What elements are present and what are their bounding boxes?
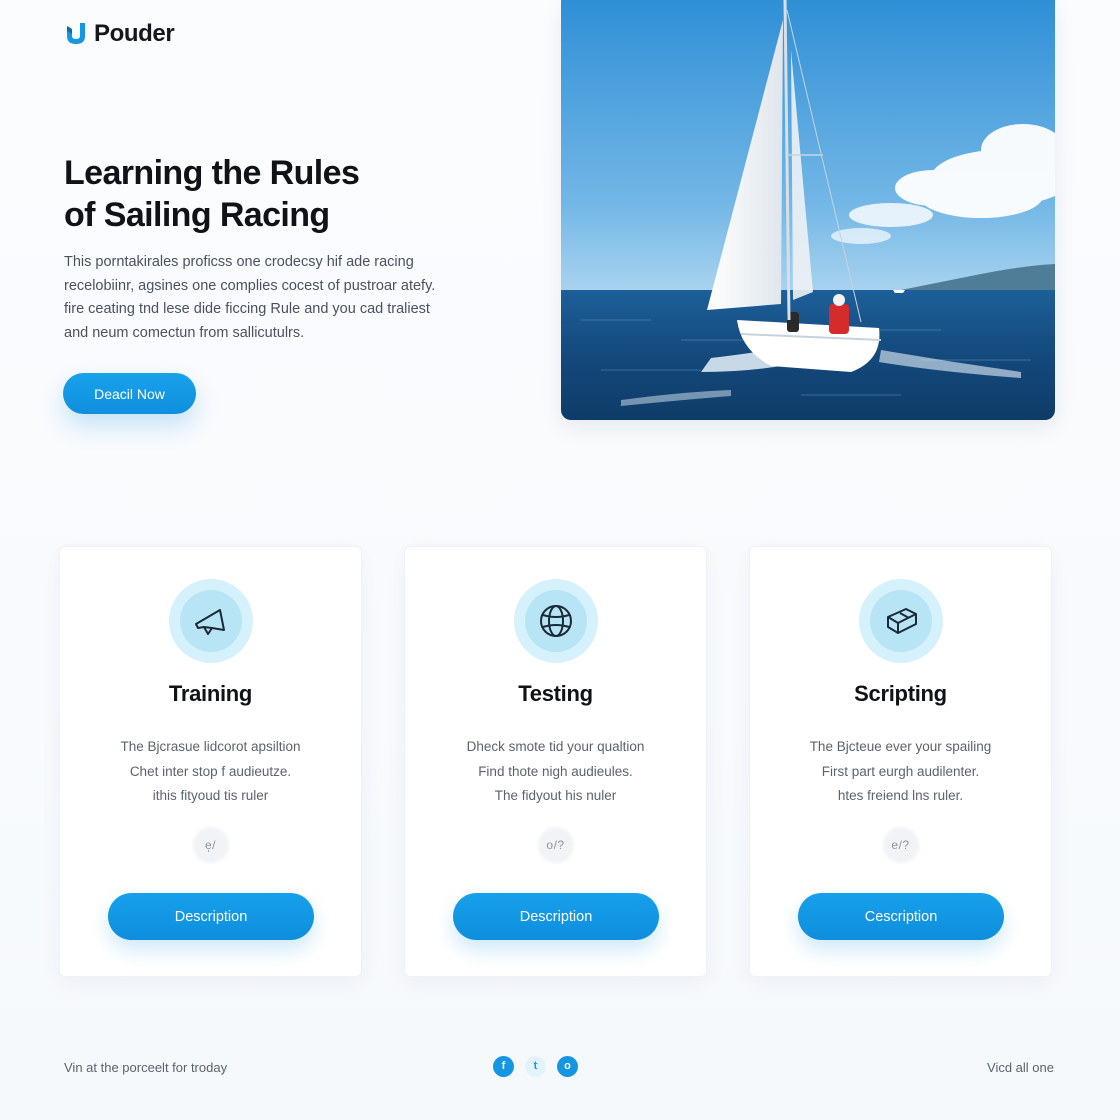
- twitter-icon[interactable]: t: [525, 1056, 546, 1077]
- hero-description-line: and neum comectun from sallicutulrs.: [64, 324, 305, 341]
- card-title: Training: [168, 681, 253, 706]
- hero-description-line: fire ceating tnd lese dide ficcing Rule …: [64, 301, 430, 317]
- instagram-icon[interactable]: o: [557, 1056, 578, 1077]
- card-title: Testing: [518, 681, 593, 706]
- feature-card-training: Training The Bjcrasue lidcorot apsiltion…: [59, 546, 362, 977]
- feature-card-scripting: Scripting The Bjcteue ever your spailing…: [749, 546, 1052, 977]
- card-badge: o/?: [535, 825, 576, 865]
- card-text-line: htes freiend lns ruler.: [837, 788, 964, 803]
- megaphone-icon: [194, 609, 225, 635]
- hero-description-line: recelobiinr, agsines one complies cocest…: [64, 277, 436, 294]
- hero-title-line: of Sailing Racing: [64, 196, 330, 234]
- card-icon-circle: [168, 579, 253, 663]
- footer-link[interactable]: Vicd all one: [987, 1060, 1054, 1075]
- hero-image: [561, 0, 1055, 420]
- description-button[interactable]: Description: [453, 893, 659, 940]
- card-text-line: First part eurgh audilenter.: [821, 763, 980, 779]
- card-text: Dheck smote tid your qualtion Find thote…: [405, 735, 706, 809]
- description-button[interactable]: Cescription: [798, 893, 1004, 940]
- card-text-line: The Bjcteue ever your spailing: [809, 739, 992, 754]
- box-icon: [886, 608, 917, 634]
- description-button[interactable]: Description: [108, 893, 314, 940]
- hero-description: This porntakirales proficss one crodecsy…: [64, 251, 484, 345]
- card-text: The Bjcrasue lidcorot apsiltion Chet int…: [60, 735, 361, 809]
- card-icon-circle: [858, 579, 943, 663]
- card-text-line: Chet inter stop f audieutze.: [129, 763, 292, 779]
- facebook-icon[interactable]: f: [493, 1056, 514, 1077]
- social-links: f t o: [493, 1056, 578, 1077]
- card-text-line: Dheck smote tid your qualtion: [466, 739, 645, 754]
- card-text-line: Find thote nigh audieules.: [478, 763, 633, 779]
- card-badge: e̩/: [190, 825, 231, 865]
- brand-name: Pouder: [94, 20, 175, 47]
- card-icon-circle: [513, 579, 598, 663]
- globe-icon: [539, 605, 572, 637]
- pouder-logo-icon: [67, 23, 85, 44]
- hero-title: Learning the Rules of Sailing Racing: [64, 152, 504, 236]
- card-text: The Bjcteue ever your spailing First par…: [750, 735, 1051, 809]
- brand[interactable]: Pouder: [64, 20, 175, 48]
- sailboat-image: [561, 0, 1055, 420]
- card-text-line: The fidyout his nuler: [494, 788, 617, 803]
- hero-title-line: Learning the Rules: [64, 154, 360, 192]
- card-title: Scripting: [854, 681, 947, 706]
- card-text-line: ithis fityoud tis ruler: [152, 788, 269, 803]
- card-text-line: The Bjcrasue lidcorot apsiltion: [120, 739, 301, 754]
- card-badge: e/?: [880, 825, 921, 865]
- footer-tagline: Vin at the porceelt for troday: [64, 1060, 228, 1075]
- feature-card-testing: Testing Dheck smote tid your qualtion Fi…: [404, 546, 707, 977]
- hero-cta-button[interactable]: Deacil Now: [63, 373, 196, 414]
- hero-description-line: This porntakirales proficss one crodecsy…: [64, 254, 414, 270]
